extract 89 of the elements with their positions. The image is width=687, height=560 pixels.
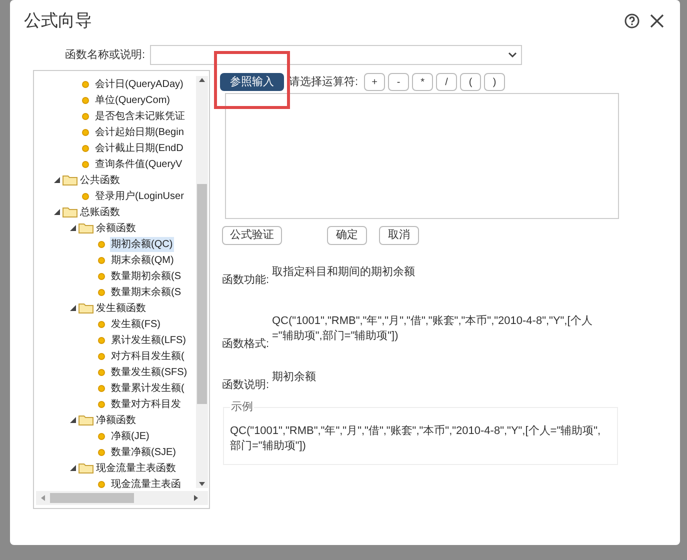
vertical-scrollbar[interactable] [196, 76, 208, 488]
info-value: QC("1001","RMB","年","月","借","账套","本币","2010-4-8","Y",[个人="辅助项",部门="辅助项"]) [272, 314, 594, 344]
tree-item[interactable]: 单位(QueryCom) [94, 92, 172, 108]
tree-folder[interactable]: 现金流量主表函数 [96, 460, 176, 476]
bullet-icon [98, 480, 105, 488]
info-value: 期初余额 [272, 370, 317, 385]
bullet-icon [82, 144, 89, 152]
folder-icon [62, 206, 78, 218]
tree-item[interactable]: 数量净额(SJE) [110, 444, 177, 460]
scroll-right-icon[interactable] [194, 495, 198, 501]
expanded-icon[interactable] [70, 305, 76, 311]
bullet-icon [98, 400, 105, 408]
scroll-down-icon[interactable] [199, 482, 205, 486]
bullet-icon [98, 320, 105, 328]
folder-icon [78, 222, 94, 234]
tree-item[interactable]: 发生额(FS) [110, 316, 162, 332]
info-value: 取指定科目和期间的期初余额 [272, 265, 416, 280]
horizontal-scrollbar[interactable] [36, 491, 208, 505]
close-icon[interactable] [650, 14, 664, 28]
tree-item[interactable]: 累计发生额(LFS) [110, 332, 187, 348]
bullet-icon [82, 80, 89, 88]
tree-item[interactable]: 期末余额(QM) [110, 252, 175, 268]
cancel-button[interactable]: 取消 [379, 226, 419, 245]
tree-item[interactable]: 数量累计发生额( [110, 380, 186, 396]
expanded-icon[interactable] [54, 177, 60, 183]
bullet-icon [98, 288, 105, 296]
scroll-up-icon[interactable] [199, 78, 205, 82]
tree-item[interactable]: 查询条件值(QueryV [94, 156, 184, 172]
tree-folder[interactable]: 余额函数 [96, 220, 136, 236]
bullet-icon [98, 256, 105, 264]
tree-item[interactable]: 期初余额(QC) [110, 236, 174, 252]
bullet-icon [98, 352, 105, 360]
tree-folder[interactable]: 公共函数 [80, 172, 120, 188]
ok-button[interactable]: 确定 [327, 226, 367, 245]
folder-icon [62, 174, 78, 186]
scrollbar-thumb[interactable] [50, 493, 134, 503]
bullet-icon [98, 432, 105, 440]
bullet-icon [82, 128, 89, 136]
bullet-icon [98, 368, 105, 376]
bullet-icon [82, 160, 89, 168]
tree-folder[interactable]: 总账函数 [80, 204, 120, 220]
folder-icon [78, 462, 94, 474]
expanded-icon[interactable] [70, 417, 76, 423]
scrollbar-thumb[interactable] [197, 184, 207, 404]
operator-button[interactable]: + [364, 73, 386, 91]
expanded-icon[interactable] [70, 225, 76, 231]
bullet-icon [98, 272, 105, 280]
tree-item[interactable]: 登录用户(LoginUser [94, 188, 185, 204]
tree-item[interactable]: 数量期末余额(S [110, 284, 182, 300]
tree-folder[interactable]: 发生额函数 [96, 300, 146, 316]
info-label: 函数格式: [222, 336, 270, 352]
chevron-down-icon [508, 52, 517, 58]
reference-input-button[interactable]: 参照输入 [220, 73, 284, 91]
tree-item[interactable]: 数量期初余额(S [110, 268, 182, 284]
bullet-icon [82, 192, 89, 200]
tree-item[interactable]: 会计起始日期(Begin [94, 124, 185, 140]
bullet-icon [98, 384, 105, 392]
bullet-icon [82, 112, 89, 120]
tree-item[interactable]: 会计日(QueryADay) [94, 76, 184, 92]
info-label: 函数说明: [222, 378, 270, 392]
function-dropdown[interactable] [150, 45, 522, 65]
help-icon[interactable] [624, 13, 640, 29]
validate-button[interactable]: 公式验证 [222, 226, 282, 245]
tree-item[interactable]: 数量对方科目发 [110, 396, 182, 412]
bullet-icon [98, 448, 105, 456]
bullet-icon [82, 96, 89, 104]
example-text: QC("1001","RMB","年","月","借","账套","本币","2010-4-8","Y",[个人="辅助项",部门="辅助项"]) [230, 424, 602, 454]
folder-icon [78, 414, 94, 426]
expanded-icon[interactable] [70, 465, 76, 471]
bullet-icon [98, 240, 105, 248]
tree-item[interactable]: 净额(JE) [110, 428, 150, 444]
operator-button[interactable]: * [412, 73, 434, 91]
window-title: 公式向导 [24, 10, 92, 32]
info-label: 函数功能: [222, 272, 270, 288]
expanded-icon[interactable] [54, 209, 60, 215]
tree-item[interactable]: 数量发生额(SFS) [110, 364, 188, 380]
operator-label: 请选择运算符: [289, 74, 358, 90]
folder-icon [78, 302, 94, 314]
operator-button[interactable]: / [436, 73, 458, 91]
operator-button[interactable]: - [388, 73, 410, 91]
operator-button[interactable]: ) [484, 73, 506, 91]
bullet-icon [98, 336, 105, 344]
tree-item[interactable]: 现金流量主表函 [110, 476, 182, 490]
tree-folder[interactable]: 净额函数 [96, 412, 136, 428]
tree-item[interactable]: 会计截止日期(EndD [94, 140, 184, 156]
tree-item[interactable]: 对方科目发生额( [110, 348, 186, 364]
operator-button[interactable]: ( [460, 73, 482, 91]
search-label: 函数名称或说明: [65, 48, 146, 63]
tree-item[interactable]: 是否包含未记账凭证 [94, 108, 186, 124]
